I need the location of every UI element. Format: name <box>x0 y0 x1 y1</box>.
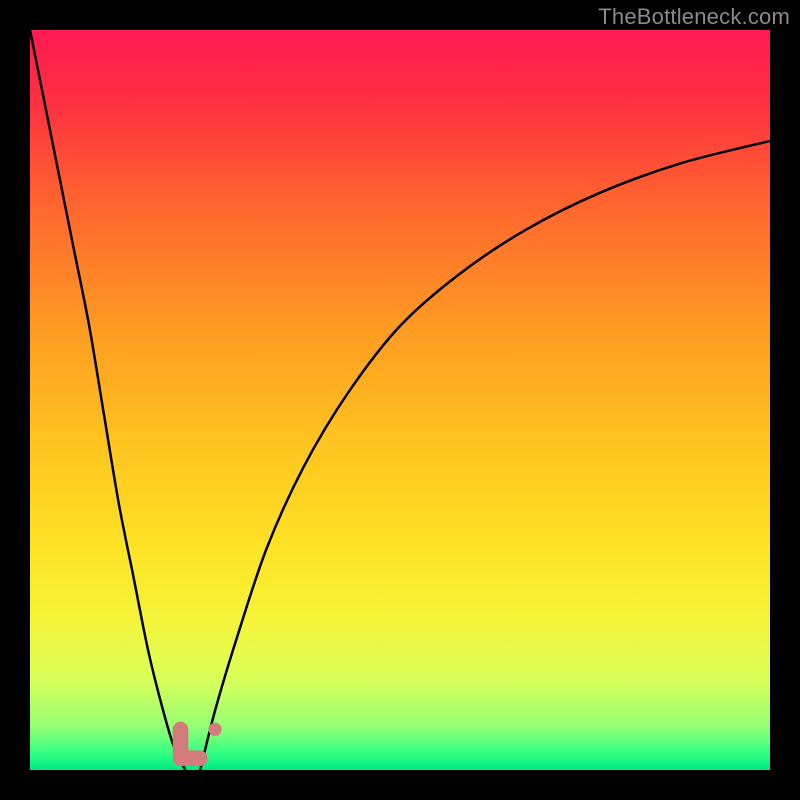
plot-area <box>30 30 770 770</box>
highlight-markers <box>181 723 222 759</box>
curve-left-branch <box>30 30 185 770</box>
curve-right-branch <box>200 141 770 770</box>
outer-frame: TheBottleneck.com <box>0 0 800 800</box>
vertex-marker <box>181 729 200 758</box>
watermark-text: TheBottleneck.com <box>598 4 790 30</box>
curve-layer <box>30 30 770 770</box>
small-dot <box>208 723 221 736</box>
